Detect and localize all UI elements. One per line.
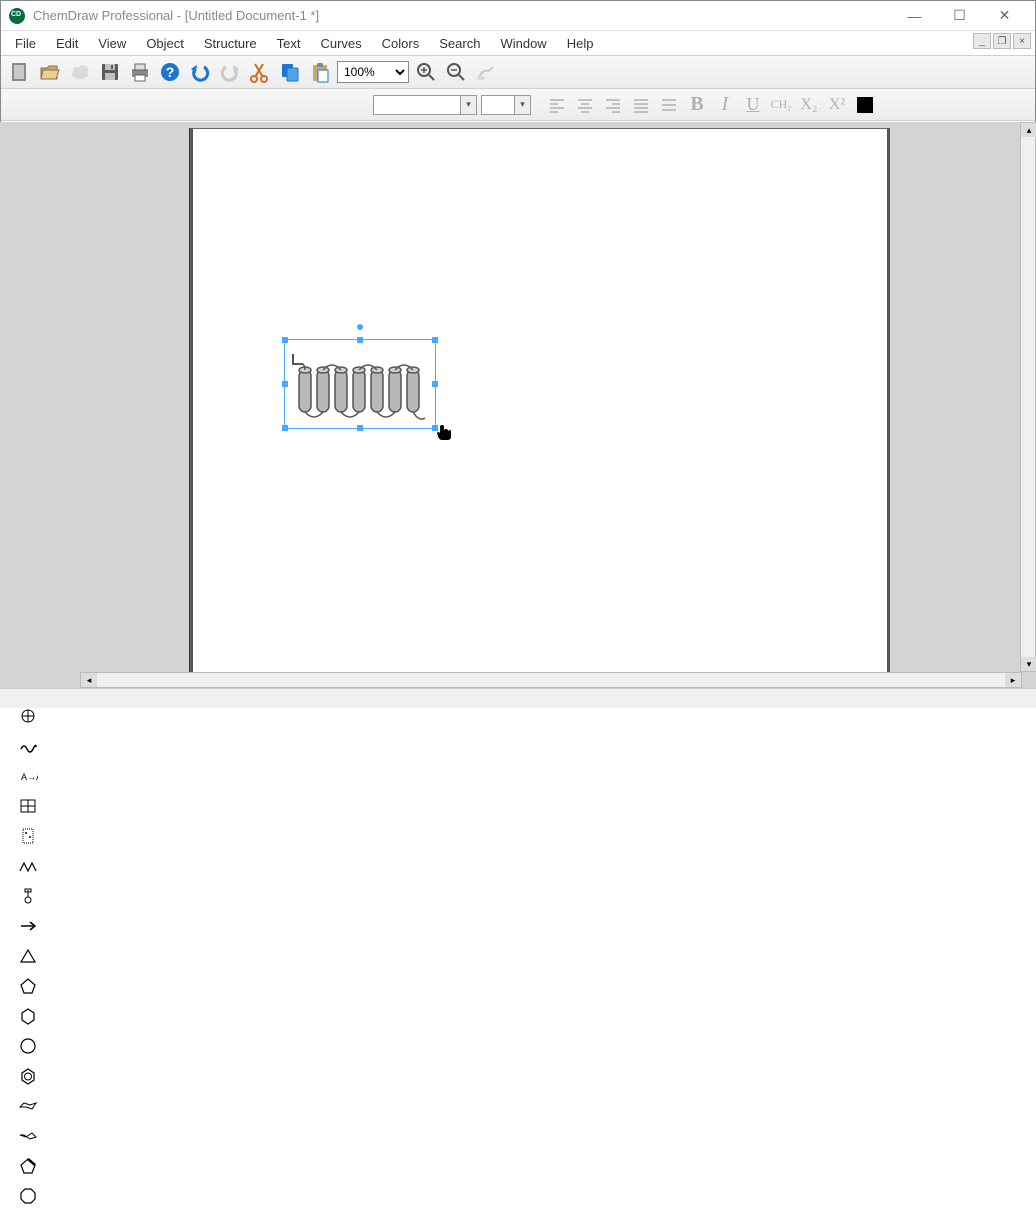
print-button[interactable]: [127, 59, 153, 85]
menu-edit[interactable]: Edit: [46, 33, 88, 54]
format-toolbar: ▾ ▾ B I U CH₂ X₂ X²: [1, 89, 1035, 121]
italic-button[interactable]: I: [713, 93, 737, 117]
cleanup-button[interactable]: [473, 59, 499, 85]
align-left-button[interactable]: [545, 93, 569, 117]
template-tool[interactable]: [14, 882, 42, 910]
zoom-in-button[interactable]: [413, 59, 439, 85]
help-button[interactable]: ?: [157, 59, 183, 85]
cyclopentane-tool[interactable]: [14, 972, 42, 1000]
cyclopentadiene-tool[interactable]: [14, 1152, 42, 1180]
scroll-up-button[interactable]: ▴: [1021, 123, 1036, 137]
wavy-bond-tool[interactable]: [14, 732, 42, 760]
save-button[interactable]: [97, 59, 123, 85]
table-tool[interactable]: [14, 792, 42, 820]
align-center-button[interactable]: [573, 93, 597, 117]
minimize-button[interactable]: —: [892, 2, 937, 30]
cut-button[interactable]: [247, 59, 273, 85]
superscript-button[interactable]: X²: [825, 93, 849, 117]
chair-cyclohexane-alt-tool[interactable]: [14, 1122, 42, 1150]
workspace: A A→A: [0, 122, 1036, 688]
menu-colors[interactable]: Colors: [372, 33, 430, 54]
acyclic-chain-tool[interactable]: [14, 852, 42, 880]
chair-cyclohexane-tool[interactable]: [14, 1092, 42, 1120]
scroll-down-button[interactable]: ▾: [1021, 657, 1036, 671]
menu-object[interactable]: Object: [136, 33, 194, 54]
mdi-restore-button[interactable]: ❐: [993, 33, 1011, 49]
menu-help[interactable]: Help: [557, 33, 604, 54]
selection-box[interactable]: [284, 339, 436, 429]
cyclooctane-tool[interactable]: [14, 1182, 42, 1210]
underline-button[interactable]: U: [741, 93, 765, 117]
svg-text:?: ?: [166, 64, 175, 80]
undo-button[interactable]: [187, 59, 213, 85]
color-swatch-button[interactable]: [853, 93, 877, 117]
formula-button[interactable]: CH₂: [769, 93, 793, 117]
document-page[interactable]: [190, 128, 890, 688]
redo-button[interactable]: [217, 59, 243, 85]
svg-text:A→A: A→A: [21, 772, 38, 782]
paste-button[interactable]: [307, 59, 333, 85]
zoom-out-button[interactable]: [443, 59, 469, 85]
subscript-button[interactable]: X₂: [797, 93, 821, 117]
arrow-tool[interactable]: [14, 912, 42, 940]
horizontal-scrollbar[interactable]: ◂ ▸: [80, 672, 1022, 688]
close-button[interactable]: ✕: [982, 2, 1027, 30]
menu-search[interactable]: Search: [429, 33, 490, 54]
align-justify-button[interactable]: [629, 93, 653, 117]
font-size-combo[interactable]: ▾: [481, 95, 531, 115]
menu-file[interactable]: File: [5, 33, 46, 54]
window-title: ChemDraw Professional - [Untitled Docume…: [33, 8, 892, 23]
cloud-button[interactable]: [67, 59, 93, 85]
mdi-minimize-button[interactable]: _: [973, 33, 991, 49]
zoom-select[interactable]: 100%: [337, 61, 409, 83]
align-distribute-button[interactable]: [657, 93, 681, 117]
cyclohexane-ring-tool[interactable]: [14, 1032, 42, 1060]
drawn-object: [285, 340, 437, 430]
tlc-plate-tool[interactable]: [14, 822, 42, 850]
cyclohexane-tool[interactable]: [14, 1002, 42, 1030]
scroll-right-button[interactable]: ▸: [1005, 673, 1021, 687]
new-document-button[interactable]: [7, 59, 33, 85]
atom-reaction-tool[interactable]: A→A: [14, 762, 42, 790]
mdi-close-button[interactable]: ×: [1013, 33, 1031, 49]
title-bar: ChemDraw Professional - [Untitled Docume…: [1, 1, 1035, 31]
open-button[interactable]: [37, 59, 63, 85]
menu-view[interactable]: View: [88, 33, 136, 54]
copy-button[interactable]: [277, 59, 303, 85]
menu-text[interactable]: Text: [267, 33, 311, 54]
hand-cursor-icon: [435, 423, 453, 441]
main-toolbar: ? 100%: [1, 55, 1035, 89]
menu-structure[interactable]: Structure: [194, 33, 267, 54]
vertical-scrollbar[interactable]: ▴ ▾: [1020, 122, 1036, 672]
bold-button[interactable]: B: [685, 93, 709, 117]
benzene-tool[interactable]: [14, 1062, 42, 1090]
status-bar: [0, 688, 1036, 708]
menu-window[interactable]: Window: [490, 33, 556, 54]
menu-bar: File Edit View Object Structure Text Cur…: [1, 31, 1035, 55]
align-right-button[interactable]: [601, 93, 625, 117]
font-family-combo[interactable]: ▾: [373, 95, 477, 115]
app-icon: [9, 8, 25, 24]
canvas-area[interactable]: ▴ ▾ ◂ ▸: [0, 122, 1036, 688]
maximize-button[interactable]: ☐: [937, 2, 982, 30]
menu-curves[interactable]: Curves: [310, 33, 371, 54]
scroll-left-button[interactable]: ◂: [81, 673, 97, 687]
cyclopropane-tool[interactable]: [14, 942, 42, 970]
